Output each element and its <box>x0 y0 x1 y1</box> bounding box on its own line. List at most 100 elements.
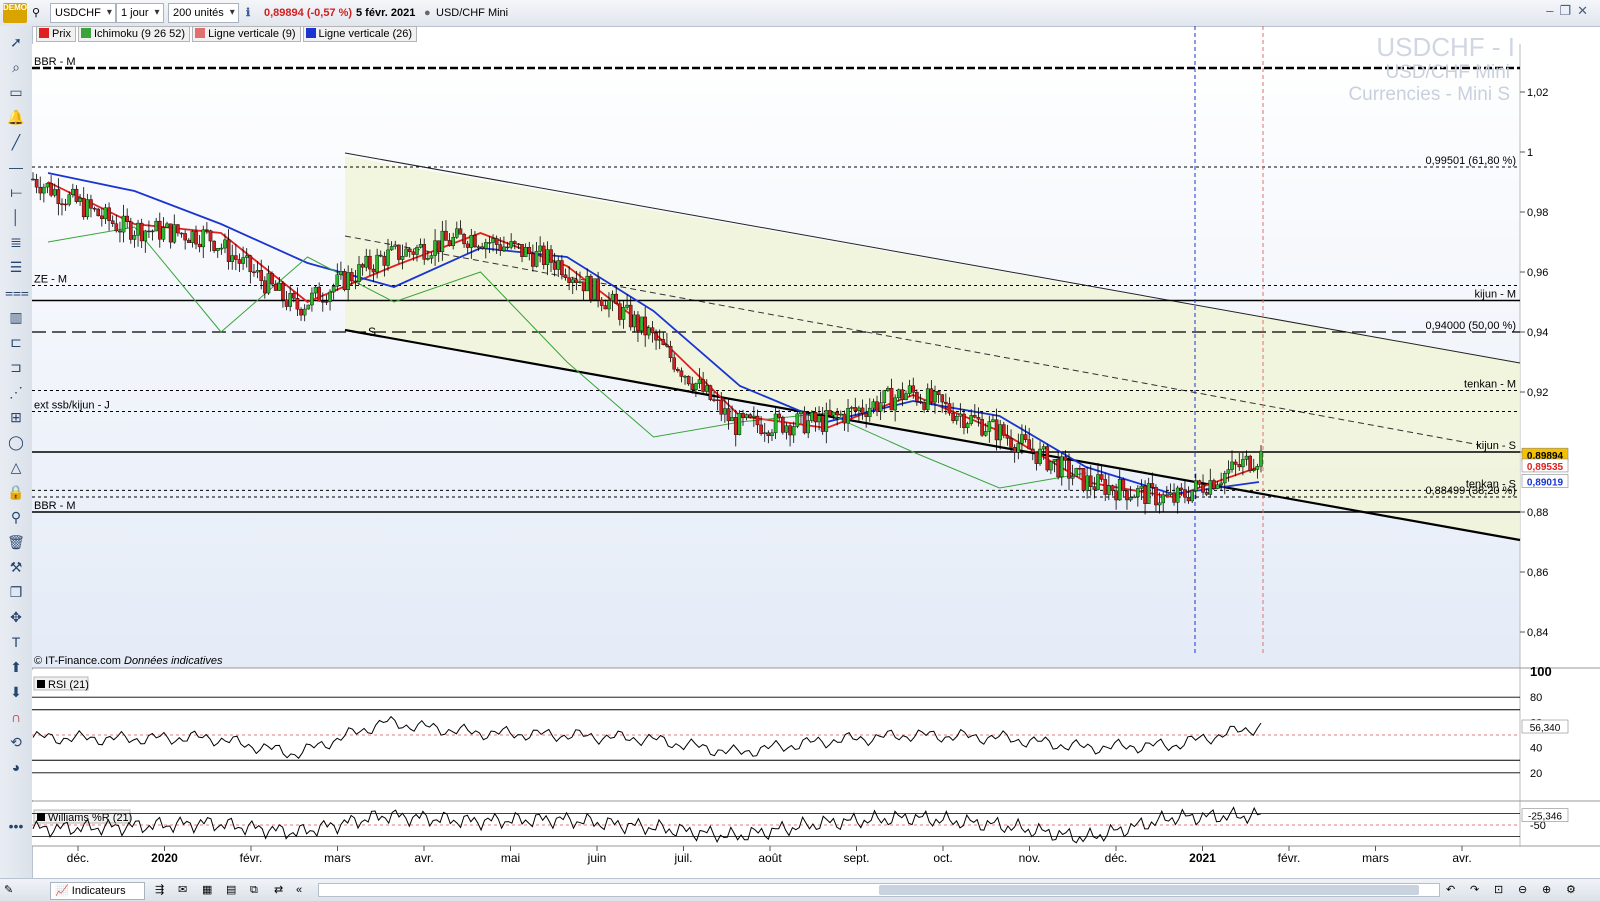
candle-body <box>755 415 760 426</box>
candle-body <box>853 407 858 411</box>
candle-body <box>129 221 133 240</box>
candle-body <box>455 228 459 238</box>
candle-body <box>31 178 35 181</box>
candle-body <box>697 379 702 384</box>
candle-body <box>364 255 369 268</box>
x-tick-label: nov. <box>1019 851 1041 865</box>
candle-body <box>835 411 839 416</box>
candle-body <box>723 408 727 415</box>
candle-body <box>96 208 101 217</box>
chat-icon[interactable]: ✉ <box>178 882 187 898</box>
candle-body <box>118 230 122 233</box>
compare-icon[interactable]: ⇄ <box>274 882 283 898</box>
undo-icon[interactable]: ↶ <box>1446 882 1455 898</box>
zoom-out-icon[interactable]: ⊖ <box>1518 882 1527 898</box>
y-tick-label: 0,94 <box>1527 327 1548 339</box>
scrollbar-thumb[interactable] <box>879 885 1419 895</box>
candle-body <box>136 222 140 236</box>
candle-body <box>1023 434 1028 440</box>
price-level-label: 0,99501 (61,80 %) <box>1425 155 1516 167</box>
zoom-in-icon[interactable]: ⊕ <box>1542 882 1551 898</box>
candle-body <box>176 224 180 234</box>
candle-body <box>339 271 343 275</box>
y-tick-label: 0,98 <box>1527 207 1548 219</box>
candle-body <box>277 282 282 291</box>
candle-body <box>71 188 75 195</box>
candle-body <box>1208 480 1213 495</box>
calc-icon[interactable]: ▦ <box>202 882 212 898</box>
candle-body <box>244 255 249 258</box>
candle-body <box>752 415 756 418</box>
table-icon[interactable]: ▤ <box>226 882 236 898</box>
candle-body <box>259 270 264 281</box>
candle-body <box>820 415 825 432</box>
candle-body <box>940 394 945 403</box>
candle-body <box>599 299 604 306</box>
candle-body <box>157 220 162 240</box>
credit-note: Données indicatives <box>124 655 223 667</box>
candle-body <box>1085 475 1089 491</box>
candle-body <box>223 239 227 249</box>
candle-body <box>857 407 861 411</box>
candle-body <box>1255 466 1260 470</box>
candle-body <box>788 425 792 436</box>
candle-body <box>1056 459 1060 478</box>
candle-body <box>973 415 977 418</box>
share-icon[interactable]: ⇶ <box>155 882 164 898</box>
candle-body <box>900 389 905 400</box>
candle-body <box>248 255 253 273</box>
y-tick-label: 0,92 <box>1527 387 1548 399</box>
candle-body <box>491 238 495 243</box>
candle-body <box>415 247 419 255</box>
candle-body <box>1103 479 1108 495</box>
candle-body <box>1070 476 1075 479</box>
candle-body <box>107 207 111 221</box>
candle-body <box>647 327 651 336</box>
horizontal-scrollbar[interactable] <box>318 883 1440 897</box>
y-tick-label: 0,84 <box>1527 627 1548 639</box>
candle-body <box>1222 473 1227 484</box>
chart-area[interactable]: S BBR - M0,99501 (61,80 %)ZE - Mkijun - … <box>0 0 1600 878</box>
candle-body <box>1197 480 1202 485</box>
rsi-tick-label: 80 <box>1530 692 1542 704</box>
candle-body <box>429 255 434 259</box>
candle-body <box>1146 483 1151 504</box>
candle-body <box>89 199 93 209</box>
candle-body <box>288 293 292 307</box>
candle-body <box>480 246 484 249</box>
candle-body <box>610 293 615 301</box>
candle-body <box>1190 490 1194 502</box>
candle-body <box>1114 490 1118 501</box>
redo-icon[interactable]: ↷ <box>1470 882 1479 898</box>
candle-body <box>81 198 86 218</box>
candle-body <box>585 275 590 292</box>
candle-body <box>1168 492 1173 496</box>
candle-body <box>951 412 955 421</box>
candle-body <box>335 274 340 287</box>
indicators-dropdown[interactable]: 📈 Indicateurs <box>50 882 145 900</box>
candle-body <box>150 230 155 233</box>
candle-body <box>795 413 800 427</box>
price-level-label: 0,88499 (38,20 %) <box>1425 485 1516 497</box>
candle-body <box>476 246 481 248</box>
x-tick-label: juin <box>587 851 607 865</box>
candle-body <box>393 244 398 247</box>
credit-source: © IT-Finance.com <box>34 655 121 667</box>
chart-type-icon[interactable]: ⧉ <box>250 882 258 898</box>
candle-body <box>838 413 843 416</box>
candle-body <box>556 260 561 270</box>
candle-body <box>458 228 463 235</box>
candle-body <box>418 244 423 248</box>
scroll-left-icon[interactable]: « <box>296 882 302 898</box>
y-tick-label: 1 <box>1527 147 1533 159</box>
candle-body <box>186 239 191 243</box>
candle-body <box>67 194 72 205</box>
zoom-fit-icon[interactable]: ⊡ <box>1494 882 1503 898</box>
candle-body <box>527 247 532 255</box>
candle-body <box>1157 502 1162 506</box>
settings-icon[interactable]: ⚙ <box>1566 882 1576 898</box>
candle-body <box>78 198 82 202</box>
candle-body <box>433 240 437 256</box>
candle-body <box>234 255 238 260</box>
pencil-icon[interactable]: ✎ <box>4 882 13 898</box>
